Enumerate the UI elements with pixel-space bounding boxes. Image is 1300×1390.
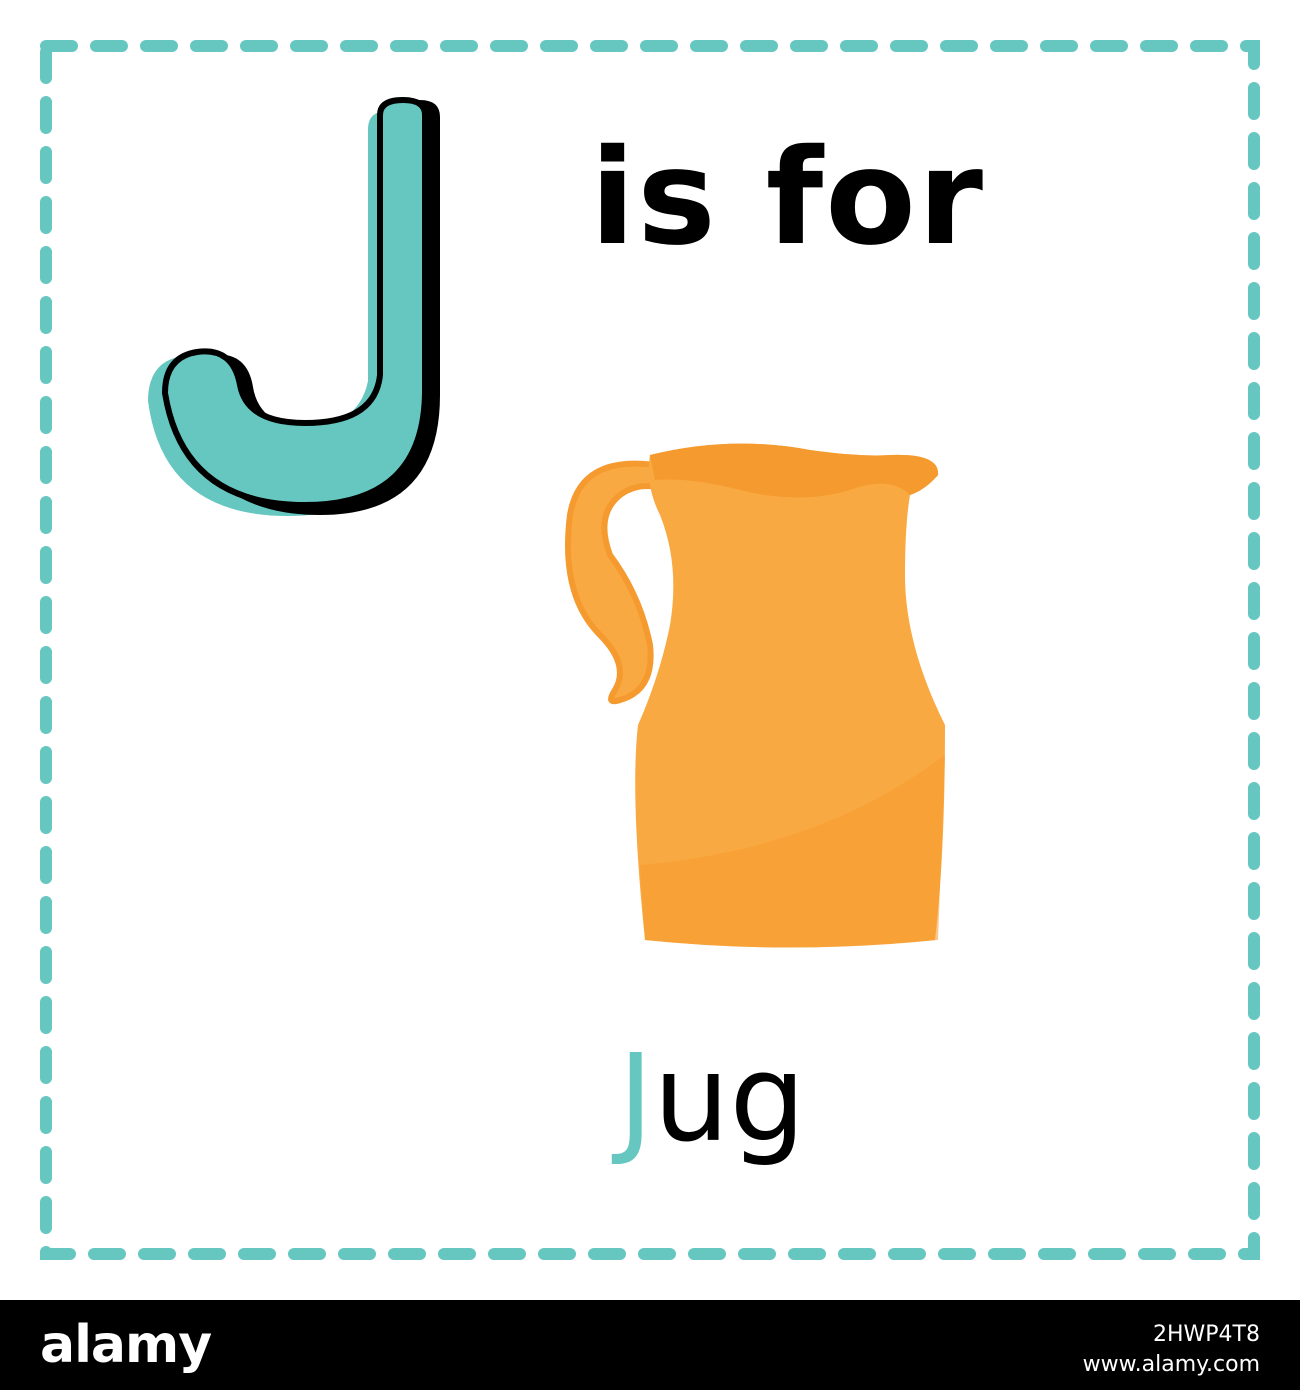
- flashcard: is for Jug: [0, 0, 1300, 1300]
- watermark-site: www.alamy.com: [1082, 1352, 1260, 1377]
- word-first-letter: J: [618, 1030, 654, 1169]
- word-label: Jug: [618, 1030, 806, 1170]
- watermark-image-id: 2HWP4T8: [1153, 1322, 1260, 1347]
- jug-icon: [565, 443, 945, 948]
- letter-j-graphic: [148, 96, 440, 516]
- headline-text: is for: [590, 121, 985, 275]
- watermark-logo: alamy: [40, 1315, 212, 1375]
- word-rest: ug: [653, 1030, 806, 1169]
- watermark-bar: alamy 2HWP4T8 www.alamy.com: [0, 1300, 1300, 1390]
